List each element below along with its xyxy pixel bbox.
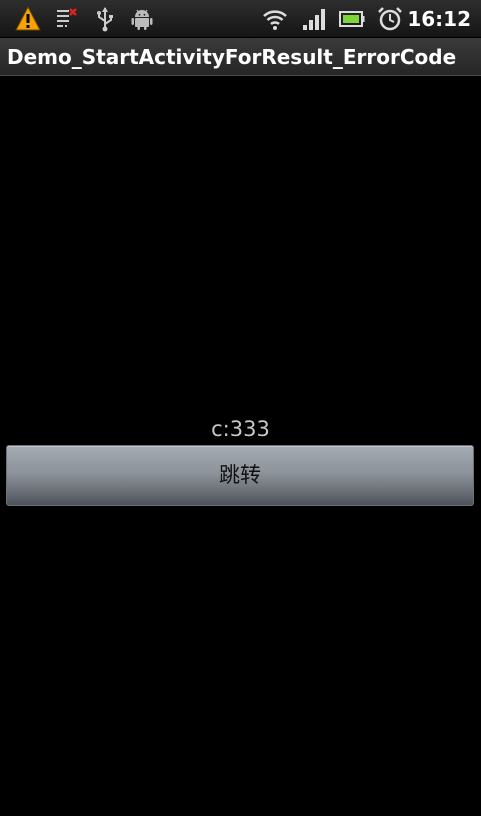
- app-title-bar: Demo_StartActivityForResult_ErrorCode: [0, 38, 481, 76]
- usb-icon[interactable]: [92, 6, 118, 32]
- result-code-text: c:333: [211, 417, 270, 441]
- wifi-icon: [263, 10, 287, 30]
- phone-screen: 16:12 Demo_StartActivityForResult_ErrorC…: [0, 0, 481, 816]
- app-title: Demo_StartActivityForResult_ErrorCode: [7, 45, 457, 69]
- status-bar: 16:12: [0, 0, 481, 38]
- battery-icon: [339, 11, 365, 27]
- alarm-icon: [378, 7, 402, 31]
- android-icon[interactable]: [129, 6, 155, 32]
- debug-mode-icon[interactable]: [54, 6, 80, 32]
- status-time: 16:12: [407, 7, 471, 31]
- warning-icon[interactable]: [15, 6, 41, 32]
- jump-button[interactable]: 跳转: [6, 445, 474, 506]
- signal-icon: [303, 9, 325, 30]
